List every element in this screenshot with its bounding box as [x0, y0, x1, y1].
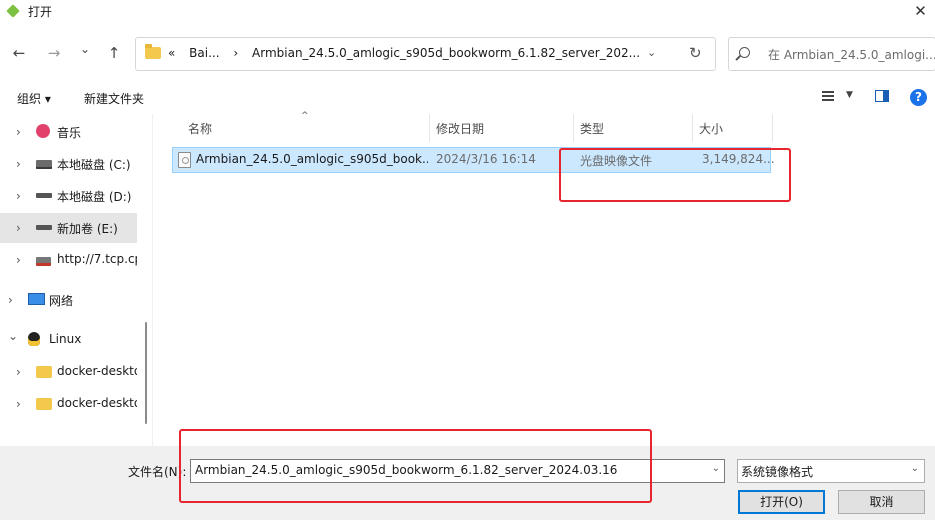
toolbar: 组织 ▾ 新建文件夹 ▼ — [0, 82, 935, 114]
sidebar-item-folder[interactable]: › docker-deskto — [0, 357, 137, 387]
chevron-right-icon[interactable]: › — [16, 365, 21, 379]
sort-ascending-icon: ^ — [301, 111, 309, 121]
sidebar-item-label: Linux — [49, 332, 82, 346]
filetype-select[interactable]: 系统镜像格式 ⌄ — [737, 459, 925, 483]
address-dropdown-icon[interactable]: ⌄ — [647, 46, 656, 59]
app-icon — [6, 4, 20, 18]
refresh-icon[interactable]: ↻ — [689, 44, 702, 62]
chevron-down-icon[interactable]: ⌄ — [8, 329, 18, 343]
window-title: 打开 — [28, 5, 53, 19]
navigation-pane: › 音乐 › 本地磁盘 (C:) › 本地磁盘 (D:) › 新加卷 (E:) … — [0, 114, 152, 446]
file-list: ^ 名称 修改日期 类型 大小 Armbian_24.5.0_amlogic_s… — [153, 111, 935, 446]
folder-icon — [36, 366, 52, 378]
column-header-type[interactable]: 类型 — [580, 120, 604, 137]
folder-icon — [36, 398, 52, 410]
breadcrumb-overflow[interactable]: « — [168, 46, 175, 60]
sidebar-item-label: 本地磁盘 (D:) — [57, 190, 132, 204]
breadcrumb-segment[interactable]: Bai... — [189, 46, 219, 60]
drive-icon — [36, 193, 52, 198]
sidebar-item-label: 本地磁盘 (C:) — [57, 158, 131, 172]
column-header-size[interactable]: 大小 — [699, 120, 723, 137]
recent-locations-button[interactable]: ⌄ — [74, 38, 96, 60]
network-icon — [28, 293, 45, 305]
windows-drive-icon — [36, 160, 52, 169]
column-header-modified[interactable]: 修改日期 — [436, 120, 484, 137]
column-divider[interactable] — [573, 114, 574, 142]
folder-icon — [145, 44, 161, 59]
sidebar-item-network[interactable]: › 网络 — [0, 285, 129, 315]
address-bar[interactable]: « Bai... › Armbian_24.5.0_amlogic_s905d_… — [135, 37, 716, 71]
filename-label: 文件名(N): — [128, 465, 187, 479]
sidebar-item-drive-e[interactable]: › 新加卷 (E:) — [0, 213, 137, 243]
open-button[interactable]: 打开(O) — [738, 490, 825, 514]
chevron-down-icon[interactable]: ⌄ — [911, 463, 919, 474]
network-drive-icon — [36, 257, 51, 266]
search-input[interactable]: 在 Armbian_24.5.0_amlogi... — [768, 46, 935, 63]
sidebar-item-label: docker-deskto — [57, 364, 137, 378]
breadcrumb[interactable]: « Bai... › Armbian_24.5.0_amlogic_s905d_… — [168, 46, 650, 60]
sidebar-item-drive-c[interactable]: › 本地磁盘 (C:) — [0, 149, 137, 179]
view-dropdown-icon[interactable]: ▼ — [846, 90, 853, 100]
organize-button[interactable]: 组织 ▾ — [17, 90, 51, 107]
breadcrumb-segment[interactable]: Armbian_24.5.0_amlogic_s905d_bookworm_6.… — [252, 46, 640, 60]
up-button[interactable]: ↑ — [103, 42, 125, 64]
title-bar: 打开 ✕ — [0, 0, 935, 24]
sidebar-item-drive-d[interactable]: › 本地磁盘 (D:) — [0, 181, 137, 211]
search-icon — [739, 47, 750, 58]
breadcrumb-separator: › — [233, 46, 239, 60]
chevron-right-icon[interactable]: › — [16, 189, 21, 203]
sidebar-item-label: 音乐 — [57, 126, 82, 140]
sidebar-item-label: 新加卷 (E:) — [57, 222, 118, 236]
column-divider[interactable] — [429, 114, 430, 142]
file-name: Armbian_24.5.0_amlogic_s905d_book... — [196, 152, 428, 166]
disc-image-file-icon — [178, 152, 191, 168]
linux-penguin-icon — [28, 332, 40, 346]
drive-icon — [36, 225, 52, 230]
annotation-highlight-filename — [179, 429, 652, 503]
close-button[interactable]: ✕ — [906, 0, 935, 22]
sidebar-item-folder[interactable]: › docker-deskto — [0, 389, 137, 419]
column-header-name[interactable]: 名称 — [188, 120, 212, 137]
music-icon — [36, 124, 50, 138]
sidebar-scrollbar[interactable] — [145, 322, 147, 424]
sidebar-item-label: http://7.tcp.cp — [57, 252, 137, 266]
column-divider[interactable] — [772, 114, 773, 142]
chevron-right-icon[interactable]: › — [16, 397, 21, 411]
chevron-right-icon[interactable]: › — [16, 221, 21, 235]
preview-pane-icon[interactable] — [875, 90, 889, 102]
sidebar-item-label: docker-deskto — [57, 396, 137, 410]
navigation-bar: ← → ⌄ ↑ « Bai... › Armbian_24.5.0_amlogi… — [0, 24, 935, 82]
sidebar-item-network-drive[interactable]: › http://7.tcp.cp — [0, 245, 137, 275]
chevron-right-icon[interactable]: › — [16, 253, 21, 267]
search-box[interactable]: 在 Armbian_24.5.0_amlogi... — [728, 37, 935, 71]
help-icon[interactable]: ? — [910, 89, 927, 106]
chevron-down-icon[interactable]: ⌄ — [712, 463, 720, 474]
sidebar-item-label: 网络 — [49, 294, 74, 308]
forward-button[interactable]: → — [43, 42, 65, 64]
chevron-right-icon[interactable]: › — [16, 125, 21, 139]
sidebar-item-music[interactable]: › 音乐 — [0, 117, 137, 147]
annotation-highlight-type — [559, 148, 791, 202]
chevron-right-icon[interactable]: › — [8, 293, 13, 307]
view-options-icon[interactable] — [822, 91, 834, 101]
cancel-button[interactable]: 取消 — [838, 490, 925, 514]
file-modified: 2024/3/16 16:14 — [436, 152, 536, 166]
new-folder-button[interactable]: 新建文件夹 — [84, 90, 144, 107]
chevron-right-icon[interactable]: › — [16, 157, 21, 171]
column-divider[interactable] — [692, 114, 693, 142]
back-button[interactable]: ← — [8, 42, 30, 64]
filetype-value: 系统镜像格式 — [741, 465, 814, 479]
sidebar-item-linux[interactable]: ⌄ Linux — [0, 325, 129, 355]
